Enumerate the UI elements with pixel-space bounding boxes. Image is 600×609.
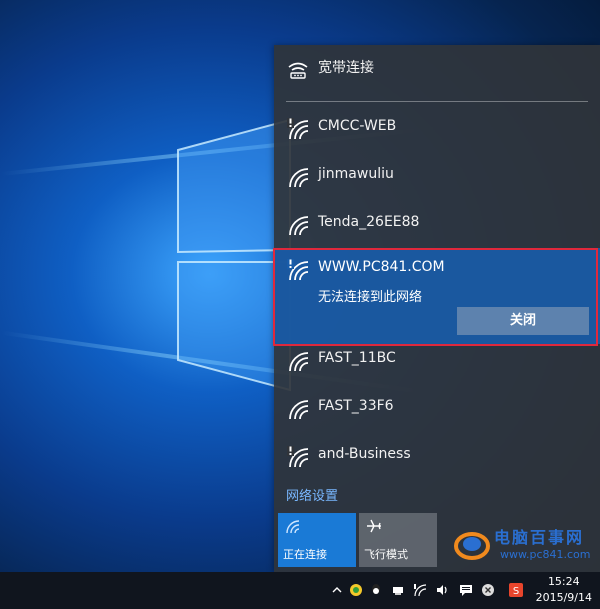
network-ssid: FAST_11BC	[318, 350, 396, 366]
wifi-open-warning-icon	[287, 446, 309, 468]
network-ssid: jinmawuliu	[318, 166, 394, 182]
qq-icon[interactable]	[369, 583, 383, 597]
broadband-label: 宽带连接	[318, 60, 374, 76]
tile-label: 正在连接	[283, 548, 327, 561]
network-ssid: Tenda_26EE88	[318, 214, 420, 230]
wifi-secured-icon	[289, 400, 309, 420]
app-tray-icon[interactable]	[349, 583, 363, 597]
chevron-up-icon[interactable]	[330, 583, 344, 597]
clock-date: 2015/9/14	[535, 591, 592, 604]
close-button[interactable]: 关闭	[457, 307, 589, 335]
sogou-input-icon[interactable]: S	[509, 583, 523, 597]
wifi-quick-action-tile[interactable]: 正在连接	[278, 513, 356, 567]
wifi-network-item[interactable]: FAST_11BC	[274, 337, 600, 385]
wifi-network-item[interactable]: and-Business	[274, 433, 600, 481]
notification-icon[interactable]	[459, 583, 473, 597]
wifi-open-warning-icon	[287, 118, 309, 140]
wifi-secured-icon	[289, 216, 309, 236]
dialup-icon	[288, 62, 308, 79]
wifi-network-item[interactable]: FAST_33F6	[274, 385, 600, 433]
taskbar: S 15:24 2015/9/14	[0, 572, 600, 609]
network-settings-link[interactable]: 网络设置	[286, 485, 338, 504]
watermark-url: www.pc841.com	[500, 548, 591, 561]
wifi-network-item[interactable]: Tenda_26EE88	[274, 201, 600, 249]
wifi-network-item-selected[interactable]: WWW.PC841.COM 无法连接到此网络 关闭	[274, 248, 600, 344]
wifi-open-warning-icon	[287, 259, 309, 281]
network-ssid: and-Business	[318, 446, 411, 462]
clock-time: 15:24	[547, 575, 580, 588]
wifi-icon	[286, 520, 300, 534]
airplane-icon	[367, 519, 381, 533]
network-ssid: FAST_33F6	[318, 398, 394, 414]
device-icon[interactable]	[391, 583, 405, 597]
wifi-secured-icon	[289, 168, 309, 188]
close-circle-icon[interactable]	[481, 583, 495, 597]
divider	[286, 101, 588, 102]
network-ssid: WWW.PC841.COM	[318, 259, 445, 275]
wifi-network-item[interactable]: jinmawuliu	[274, 153, 600, 201]
taskbar-clock[interactable]: 15:24 2015/9/14	[536, 574, 592, 606]
wifi-network-item[interactable]: CMCC-WEB	[274, 105, 600, 153]
volume-icon[interactable]	[435, 583, 449, 597]
network-flyout: 宽带连接 CMCC-WEB jinmawuliu Tenda_26EE88 WW…	[274, 45, 600, 572]
wifi-secured-icon	[289, 352, 309, 372]
connection-error-message: 无法连接到此网络	[318, 290, 423, 305]
wifi-warning-icon[interactable]	[413, 583, 427, 597]
network-ssid: CMCC-WEB	[318, 118, 397, 134]
broadband-connection[interactable]: 宽带连接	[274, 45, 600, 93]
svg-text:S: S	[513, 586, 519, 597]
watermark-title: 电脑百事网	[494, 528, 585, 547]
tile-label: 飞行模式	[364, 548, 408, 561]
airplane-mode-tile[interactable]: 飞行模式	[359, 513, 437, 567]
watermark-logo: 电脑百事网 www.pc841.com	[452, 520, 592, 570]
watermark-swirl-icon	[454, 532, 490, 560]
